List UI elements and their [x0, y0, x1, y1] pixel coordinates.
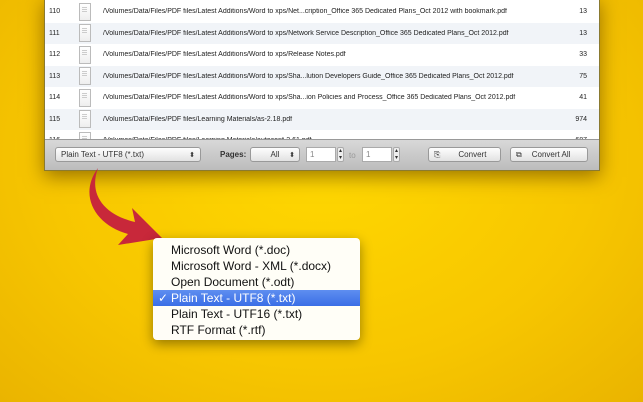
menu-item[interactable]: RTF Format (*.rtf)	[153, 322, 360, 338]
checkmark-icon: ✓	[158, 291, 169, 305]
menu-item[interactable]: Plain Text - UTF16 (*.txt)	[153, 306, 360, 322]
menu-item[interactable]: ✓ Plain Text - UTF8 (*.txt)	[153, 290, 360, 306]
menu-item-label: RTF Format (*.rtf)	[171, 323, 266, 337]
menu-item-label: Microsoft Word - XML (*.docx)	[171, 259, 332, 273]
menu-item-label: Plain Text - UTF8 (*.txt)	[171, 291, 296, 305]
menu-item-label: Plain Text - UTF16 (*.txt)	[171, 307, 303, 321]
menu-item-label: Microsoft Word (*.doc)	[171, 243, 291, 257]
red-arrow-icon	[89, 168, 162, 245]
menu-item-label: Open Document (*.odt)	[171, 275, 295, 289]
menu-item[interactable]: Microsoft Word (*.doc)	[153, 242, 360, 258]
menu-item[interactable]: Open Document (*.odt)	[153, 274, 360, 290]
format-dropdown-menu: Microsoft Word (*.doc) Microsoft Word - X…	[153, 238, 360, 340]
menu-item[interactable]: Microsoft Word - XML (*.docx)	[153, 258, 360, 274]
